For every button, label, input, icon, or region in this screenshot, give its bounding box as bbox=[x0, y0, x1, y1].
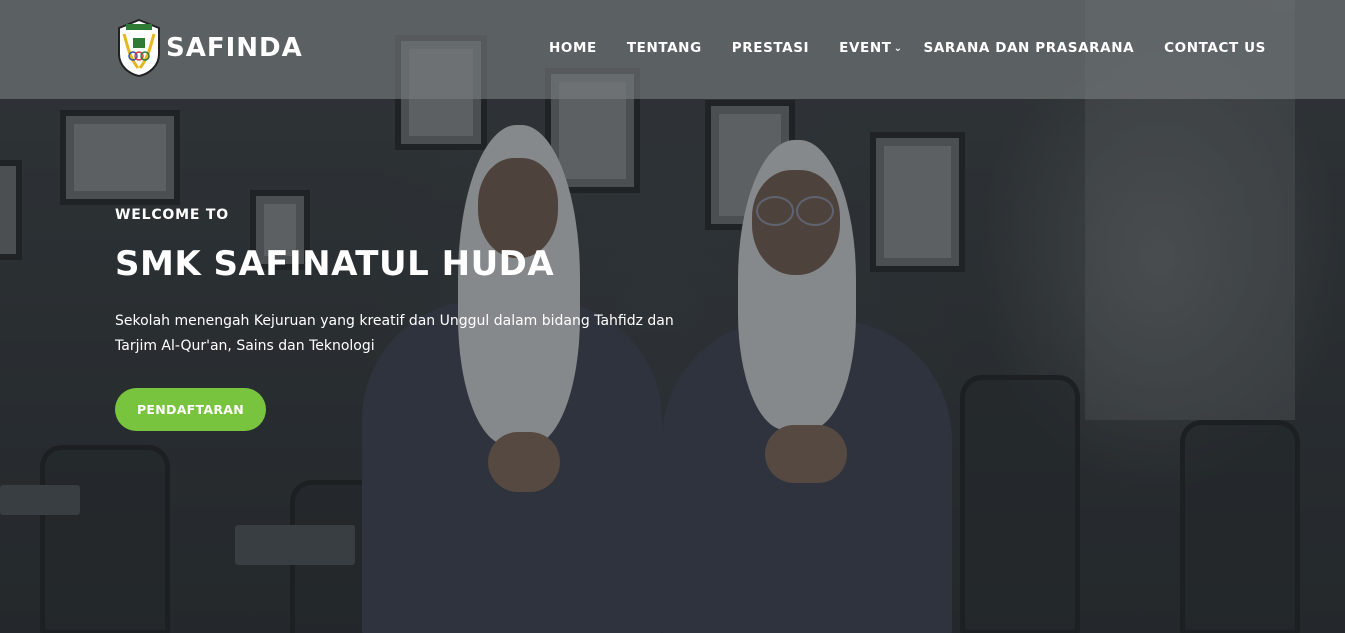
hero-title: SMK SAFINATUL HUDA bbox=[115, 244, 555, 284]
hero-welcome: WELCOME TO bbox=[115, 207, 229, 223]
brand-name: SAFINDA bbox=[166, 33, 303, 63]
chevron-down-icon: ⌄ bbox=[893, 42, 903, 54]
pendaftaran-button[interactable]: PENDAFTARAN bbox=[115, 388, 266, 431]
school-emblem-icon bbox=[118, 18, 160, 78]
hero-section: SAFINDA HOME TENTANG PRESTASI EVENT ⌄ SA… bbox=[0, 0, 1345, 633]
main-nav: HOME TENTANG PRESTASI EVENT ⌄ SARANA DAN… bbox=[549, 40, 1266, 56]
nav-contact-us[interactable]: CONTACT US bbox=[1164, 40, 1266, 56]
nav-home[interactable]: HOME bbox=[549, 40, 597, 56]
hero-description: Sekolah menengah Kejuruan yang kreatif d… bbox=[115, 313, 674, 354]
site-header: SAFINDA HOME TENTANG PRESTASI EVENT ⌄ SA… bbox=[0, 0, 1345, 99]
nav-prestasi[interactable]: PRESTASI bbox=[732, 40, 809, 56]
nav-sarana-prasarana[interactable]: SARANA DAN PRASARANA bbox=[924, 40, 1135, 56]
nav-event-label: EVENT bbox=[839, 40, 892, 56]
nav-event[interactable]: EVENT ⌄ bbox=[839, 40, 902, 56]
brand-logo[interactable]: SAFINDA bbox=[116, 18, 303, 78]
nav-tentang[interactable]: TENTANG bbox=[627, 40, 702, 56]
